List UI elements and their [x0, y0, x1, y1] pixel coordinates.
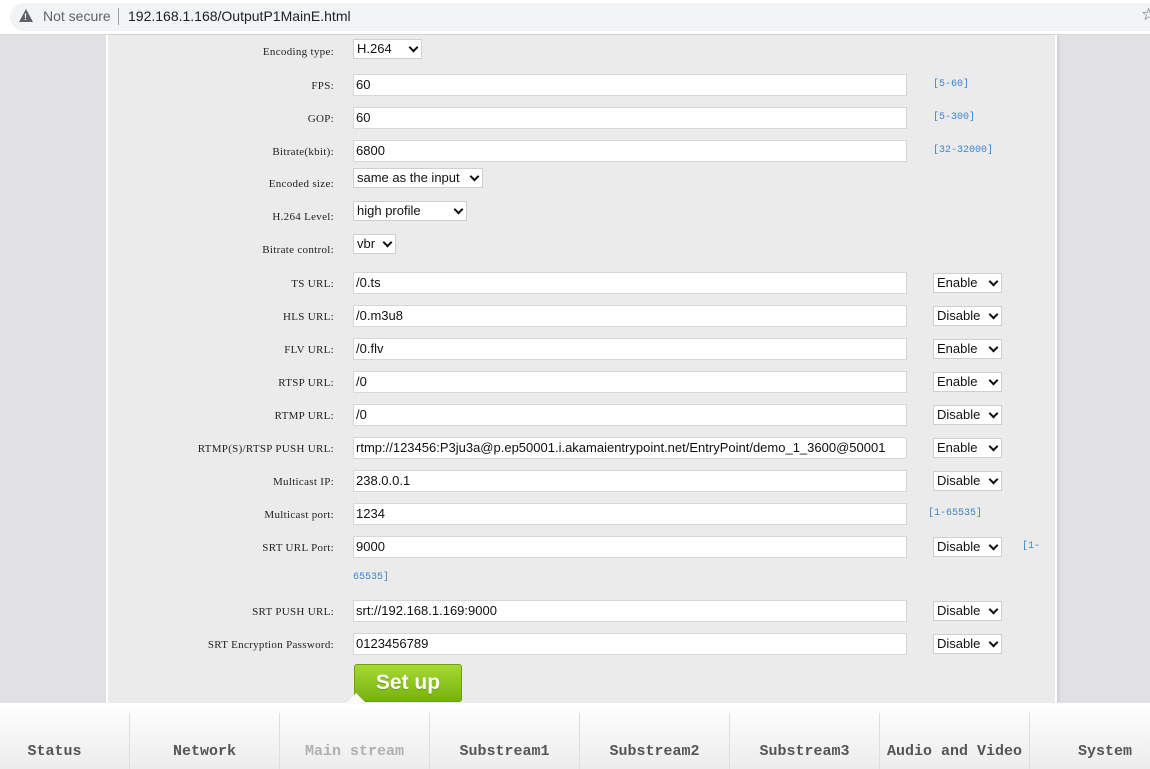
- srt-url-port-range-hint-part2: 65535]: [353, 572, 390, 583]
- rtsp-url-input[interactable]: /0: [353, 371, 907, 393]
- encoding-type-label: Encoding type:: [262, 46, 334, 58]
- rtmp-url-state-value: Disable: [937, 407, 981, 422]
- multicast-ip-input[interactable]: 238.0.0.1: [353, 470, 907, 492]
- nav-item-main-stream[interactable]: Main stream: [280, 713, 430, 769]
- fps-label: FPS:: [311, 80, 334, 92]
- bitrate-control-value: vbr: [357, 236, 376, 251]
- rtmp-url-state-select[interactable]: Disable: [933, 405, 1002, 425]
- push-url-input[interactable]: rtmp://123456:P3ju3a@p.ep50001.i.akamaie…: [353, 437, 907, 459]
- chevron-down-icon: [988, 309, 999, 320]
- encoded-size-select[interactable]: same as the input: [353, 168, 483, 188]
- multicast-ip-state-value: Disable: [937, 473, 981, 488]
- gop-input[interactable]: 60: [353, 107, 907, 129]
- warning-triangle-icon[interactable]: [19, 9, 33, 22]
- ts-url-state-value: Enable: [937, 275, 978, 290]
- chevron-down-icon: [453, 204, 464, 215]
- encoded-size-label: Encoded size:: [268, 178, 334, 190]
- bottom-nav: Status Network Main stream Substream1 Su…: [0, 703, 1150, 769]
- nav-item-audio-video[interactable]: Audio and Video: [880, 713, 1030, 769]
- active-tab-pointer: [345, 693, 367, 704]
- chevron-down-icon: [408, 42, 419, 53]
- gop-range-hint: [5-300]: [933, 112, 976, 123]
- nav-item-system[interactable]: System: [1030, 713, 1150, 769]
- flv-url-label: FLV URL:: [284, 344, 334, 356]
- multicast-port-label: Multicast port:: [264, 509, 334, 521]
- gop-label: GOP:: [307, 113, 334, 125]
- encoding-type-select[interactable]: H.264: [353, 39, 422, 59]
- flv-url-input[interactable]: /0.flv: [353, 338, 907, 360]
- hls-url-label: HLS URL:: [283, 311, 334, 323]
- srt-push-url-state-value: Disable: [937, 603, 981, 618]
- srt-url-port-input[interactable]: 9000: [353, 536, 907, 558]
- flv-url-state-value: Enable: [937, 341, 978, 356]
- srt-push-url-label: SRT PUSH URL:: [252, 606, 334, 618]
- flv-url-state-select[interactable]: Enable: [933, 339, 1002, 359]
- bitrate-range-hint: [32-32000]: [933, 145, 994, 156]
- bitrate-control-label: Bitrate control:: [262, 244, 334, 256]
- rtsp-url-label: RTSP URL:: [278, 377, 334, 389]
- chevron-down-icon: [469, 171, 480, 182]
- chevron-down-icon: [988, 276, 999, 287]
- ts-url-label: TS URL:: [291, 278, 334, 290]
- rtmp-url-label: RTMP URL:: [274, 410, 334, 422]
- multicast-port-input[interactable]: 1234: [353, 503, 907, 525]
- hls-url-state-value: Disable: [937, 308, 981, 323]
- srt-url-port-state-value: Disable: [937, 539, 981, 554]
- encoding-type-value: H.264: [357, 41, 392, 56]
- nav-item-substream1[interactable]: Substream1: [430, 713, 580, 769]
- srt-password-state-select[interactable]: Disable: [933, 634, 1002, 654]
- chevron-down-icon: [988, 342, 999, 353]
- browser-address-bar: Not secure 192.168.1.168/OutputP1MainE.h…: [0, 0, 1150, 35]
- chevron-down-icon: [988, 637, 999, 648]
- ts-url-state-select[interactable]: Enable: [933, 273, 1002, 293]
- nav-item-substream2[interactable]: Substream2: [580, 713, 730, 769]
- nav-item-network[interactable]: Network: [130, 713, 280, 769]
- h264-level-value: high profile: [357, 203, 421, 218]
- rtsp-url-state-value: Enable: [937, 374, 978, 389]
- rtsp-url-state-select[interactable]: Enable: [933, 372, 1002, 392]
- srt-password-state-value: Disable: [937, 636, 981, 651]
- srt-url-port-range-hint-part1: [1-: [1022, 541, 1041, 552]
- bitrate-control-select[interactable]: vbr: [353, 234, 396, 254]
- chevron-down-icon: [382, 237, 393, 248]
- h264-level-select[interactable]: high profile: [353, 201, 467, 221]
- ts-url-input[interactable]: /0.ts: [353, 272, 907, 294]
- chevron-down-icon: [988, 375, 999, 386]
- chevron-down-icon: [988, 408, 999, 419]
- chevron-down-icon: [988, 441, 999, 452]
- srt-password-label: SRT Encryption Password:: [207, 639, 334, 651]
- multicast-ip-label: Multicast IP:: [272, 476, 334, 488]
- hls-url-input[interactable]: /0.m3u8: [353, 305, 907, 327]
- star-icon[interactable]: ☆: [1141, 5, 1150, 25]
- hls-url-state-select[interactable]: Disable: [933, 306, 1002, 326]
- chevron-down-icon: [988, 474, 999, 485]
- url-text[interactable]: 192.168.1.168/OutputP1MainE.html: [128, 8, 351, 24]
- push-url-state-value: Enable: [937, 440, 978, 455]
- push-url-state-select[interactable]: Enable: [933, 438, 1002, 458]
- settings-panel: Encoding type: H.264 FPS: 60 [5-60] GOP:…: [106, 35, 1057, 705]
- srt-push-url-input[interactable]: srt://192.168.1.169:9000: [353, 600, 907, 622]
- setup-button[interactable]: Set up: [354, 664, 462, 702]
- nav-item-substream3[interactable]: Substream3: [730, 713, 880, 769]
- srt-password-input[interactable]: 0123456789: [353, 633, 907, 655]
- fps-input[interactable]: 60: [353, 74, 907, 96]
- address-separator: [118, 8, 119, 25]
- rtmp-url-input[interactable]: /0: [353, 404, 907, 426]
- multicast-port-range-hint: [1-65535]: [928, 508, 983, 519]
- chevron-down-icon: [988, 604, 999, 615]
- nav-item-status[interactable]: Status: [0, 713, 130, 769]
- push-url-label: RTMP(S)/RTSP PUSH URL:: [197, 443, 334, 455]
- srt-url-port-label: SRT URL Port:: [262, 542, 334, 554]
- multicast-ip-state-select[interactable]: Disable: [933, 471, 1002, 491]
- bitrate-input[interactable]: 6800: [353, 140, 907, 162]
- security-label[interactable]: Not secure: [43, 8, 111, 24]
- encoded-size-value: same as the input: [357, 170, 460, 185]
- chevron-down-icon: [988, 540, 999, 551]
- srt-url-port-state-select[interactable]: Disable: [933, 537, 1002, 557]
- h264-level-label: H.264 Level:: [272, 211, 334, 223]
- fps-range-hint: [5-60]: [933, 79, 970, 90]
- srt-push-url-state-select[interactable]: Disable: [933, 601, 1002, 621]
- bitrate-label: Bitrate(kbit):: [272, 146, 334, 158]
